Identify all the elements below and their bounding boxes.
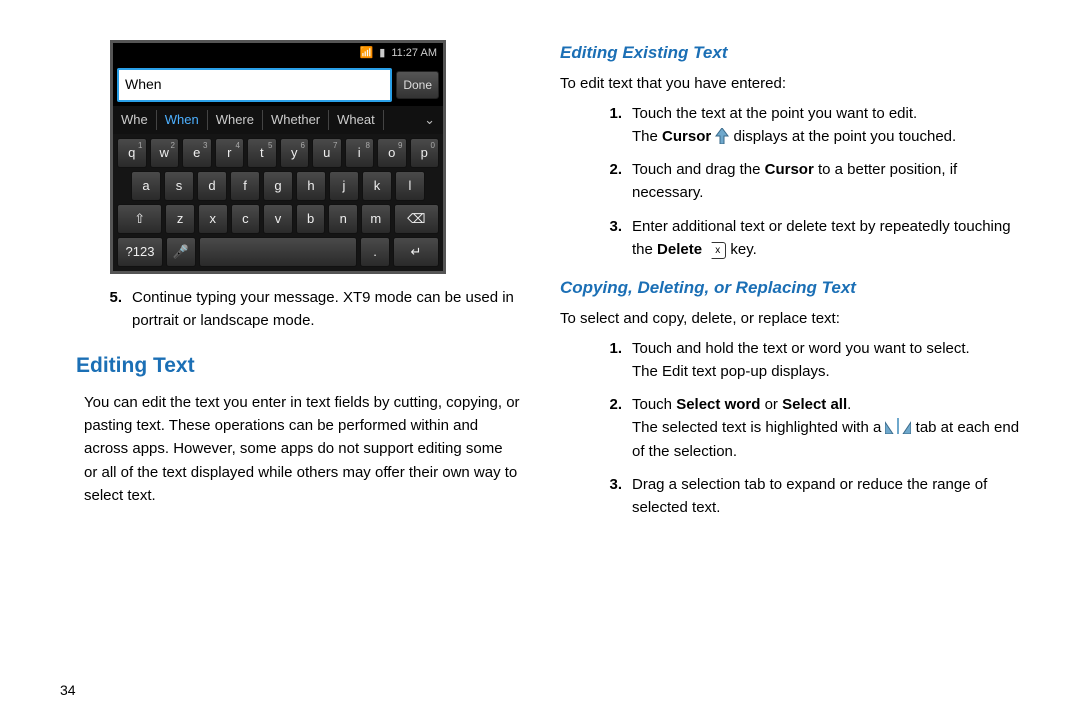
text-input[interactable]: When <box>117 68 392 102</box>
onscreen-keyboard[interactable]: q1w2e3r4t5y6u7i8o9p0 asdfghjkl ⇧zxcvbnm⌫… <box>113 134 443 271</box>
keyboard-key[interactable]: w2 <box>150 138 180 168</box>
suggestion-item[interactable]: Where <box>208 110 263 130</box>
done-button[interactable]: Done <box>396 71 439 100</box>
suggestion-item[interactable]: Wheat <box>329 110 384 130</box>
phone-screenshot: 📶 ▮ 11:27 AM When Done WheWhenWhereWheth… <box>110 40 446 274</box>
subsection-heading: Copying, Deleting, or Replacing Text <box>560 275 1020 301</box>
list-number: 2. <box>600 393 622 463</box>
list-number: 3. <box>600 473 622 520</box>
keyboard-key[interactable]: ⌫ <box>394 204 439 234</box>
wifi-icon: 📶 <box>360 45 374 62</box>
keyboard-key[interactable]: j <box>329 171 359 201</box>
body-paragraph: You can edit the text you enter in text … <box>84 391 520 507</box>
suggestion-bar: WheWhenWhereWhetherWheat ⌄ <box>113 106 443 134</box>
keyboard-key[interactable]: g <box>263 171 293 201</box>
page-number: 34 <box>60 680 76 702</box>
section-heading: Editing Text <box>76 350 520 383</box>
keyboard-key[interactable]: h <box>296 171 326 201</box>
keyboard-key[interactable]: y6 <box>280 138 310 168</box>
intro-text: To select and copy, delete, or replace t… <box>560 307 1020 330</box>
list-number: 1. <box>600 337 622 384</box>
suggestion-item[interactable]: When <box>157 110 208 130</box>
battery-icon: ▮ <box>379 45 385 62</box>
keyboard-key[interactable]: e3 <box>182 138 212 168</box>
keyboard-key[interactable]: c <box>231 204 261 234</box>
suggestion-item[interactable]: Whe <box>113 110 157 130</box>
keyboard-key[interactable]: a <box>131 171 161 201</box>
list-number: 1. <box>600 102 622 149</box>
status-bar: 📶 ▮ 11:27 AM <box>113 43 443 64</box>
keyboard-key[interactable]: z <box>165 204 195 234</box>
status-time: 11:27 AM <box>391 45 437 62</box>
keyboard-key[interactable]: x <box>198 204 228 234</box>
delete-key-icon: x <box>706 242 726 260</box>
keyboard-key[interactable]: ↵ <box>393 237 439 267</box>
list-text: Touch Select word or Select all. The sel… <box>632 393 1020 463</box>
keyboard-key[interactable]: m <box>361 204 391 234</box>
chevron-down-icon[interactable]: ⌄ <box>416 110 443 130</box>
list-number: 2. <box>600 158 622 205</box>
keyboard-key[interactable]: l <box>395 171 425 201</box>
keyboard-key[interactable]: v <box>263 204 293 234</box>
list-text: Touch and drag the Cursor to a better po… <box>632 158 1020 205</box>
keyboard-key[interactable]: p0 <box>410 138 440 168</box>
keyboard-key[interactable]: d <box>197 171 227 201</box>
list-number: 3. <box>600 215 622 262</box>
list-text: Drag a selection tab to expand or reduce… <box>632 473 1020 520</box>
keyboard-key[interactable]: s <box>164 171 194 201</box>
keyboard-key[interactable]: ?123 <box>117 237 163 267</box>
suggestion-item[interactable]: Whether <box>263 110 329 130</box>
keyboard-key[interactable]: t5 <box>247 138 277 168</box>
list-number: 5. <box>100 286 122 333</box>
keyboard-key[interactable]: k <box>362 171 392 201</box>
keyboard-key[interactable]: q1 <box>117 138 147 168</box>
keyboard-key[interactable]: 🎤 <box>166 237 196 267</box>
list-text: Enter additional text or delete text by … <box>632 215 1020 262</box>
keyboard-key[interactable]: r4 <box>215 138 245 168</box>
list-text: Touch and hold the text or word you want… <box>632 337 970 384</box>
cursor-icon <box>715 128 729 144</box>
keyboard-key[interactable]: . <box>360 237 390 267</box>
list-text: Continue typing your message. XT9 mode c… <box>132 286 520 333</box>
subsection-heading: Editing Existing Text <box>560 40 1020 66</box>
keyboard-key[interactable]: u7 <box>312 138 342 168</box>
intro-text: To edit text that you have entered: <box>560 72 1020 95</box>
keyboard-key[interactable]: b <box>296 204 326 234</box>
keyboard-key[interactable]: i8 <box>345 138 375 168</box>
keyboard-key[interactable] <box>199 237 357 267</box>
list-text: Touch the text at the point you want to … <box>632 102 956 149</box>
keyboard-key[interactable]: o9 <box>377 138 407 168</box>
keyboard-key[interactable]: n <box>328 204 358 234</box>
selection-handles-icon <box>885 418 911 434</box>
keyboard-key[interactable]: f <box>230 171 260 201</box>
keyboard-key[interactable]: ⇧ <box>117 204 162 234</box>
